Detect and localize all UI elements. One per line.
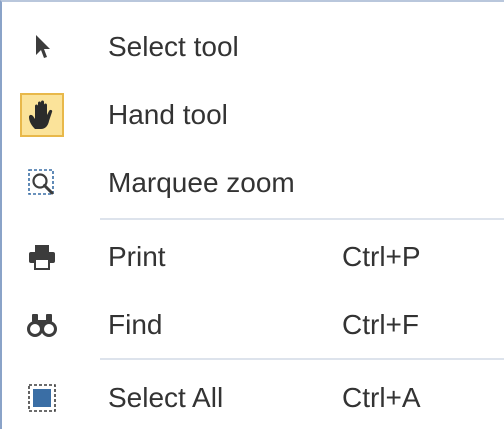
menu-item-label: Find [108, 309, 163, 340]
menu-item-shortcut: Ctrl+F [342, 309, 419, 340]
menu-separator [100, 358, 504, 360]
menu-item-shortcut: Ctrl+P [342, 241, 421, 272]
menu-item-label: Hand tool [108, 99, 228, 130]
menu-item-find[interactable]: Find Ctrl+F [2, 292, 504, 358]
menu-item-label: Select tool [108, 31, 239, 62]
printer-icon [20, 235, 64, 279]
menu-item-select-all[interactable]: Select All Ctrl+A [2, 365, 504, 431]
menu-item-print[interactable]: Print Ctrl+P [2, 224, 504, 290]
menu-item-label: Select All [108, 382, 224, 413]
menu-item-label: Marquee zoom [108, 167, 295, 198]
hand-icon [29, 100, 53, 129]
hand-icon-checked-frame [20, 93, 64, 137]
arrow-cursor-icon [20, 25, 64, 69]
menu-item-shortcut: Ctrl+A [342, 382, 421, 413]
marquee-zoom-icon [20, 161, 64, 205]
menu-item-select-tool[interactable]: Select tool [2, 14, 504, 80]
menu-separator [100, 218, 504, 220]
menu-item-hand-tool[interactable]: Hand tool [2, 82, 504, 148]
menu-item-label: Print [108, 241, 166, 272]
menu-item-marquee-zoom[interactable]: Marquee zoom [2, 150, 504, 216]
select-all-icon [20, 376, 64, 420]
binoculars-icon [20, 303, 64, 347]
context-menu: Select tool Hand tool Marquee zoom Print… [0, 0, 504, 429]
